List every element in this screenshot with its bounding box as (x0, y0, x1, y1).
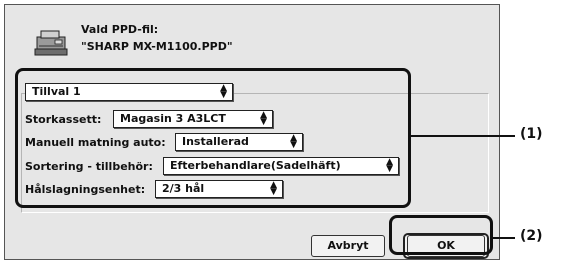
ppd-title: Vald PPD-fil: (81, 23, 159, 36)
callout-line-1 (411, 135, 515, 137)
printer-icon (34, 30, 68, 56)
cancel-button[interactable]: Avbryt (311, 235, 385, 257)
callout-label-2: (2) (520, 228, 543, 244)
selected-ppd-info: Vald PPD-fil: "SHARP MX-M1100.PPD" (81, 21, 233, 55)
callout-label-1: (1) (520, 126, 543, 142)
options-highlight-frame (15, 68, 411, 208)
ppd-filename: "SHARP MX-M1100.PPD" (81, 40, 233, 53)
callout-line-2 (493, 237, 515, 239)
ok-highlight-frame (389, 215, 493, 255)
